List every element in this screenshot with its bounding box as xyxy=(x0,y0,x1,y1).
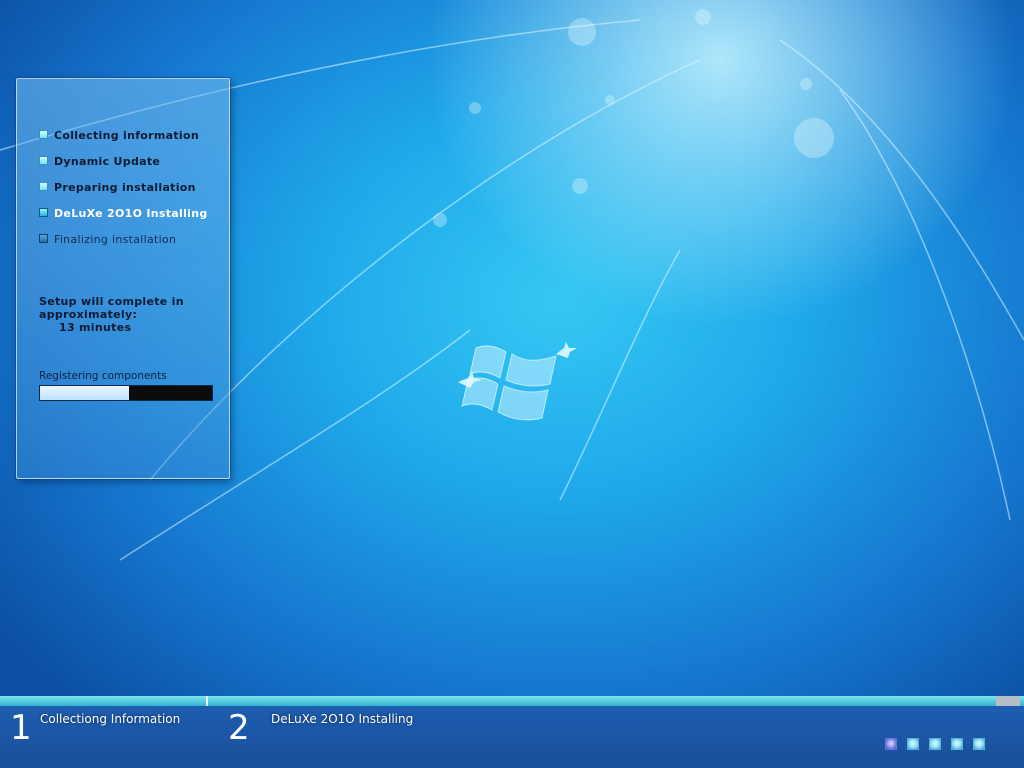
progress-bar xyxy=(39,385,213,401)
step-done-icon xyxy=(39,156,48,165)
time-remaining-line2: approximately: xyxy=(39,308,138,321)
time-remaining-line1: Setup will complete in xyxy=(39,295,184,308)
step-finalizing-installation: Finalizing installation xyxy=(39,233,208,259)
step-installing: DeLuXe 2O1O Installing xyxy=(39,207,208,233)
activity-indicator xyxy=(885,738,985,750)
step-dynamic-update: Dynamic Update xyxy=(39,155,208,181)
step-pending-icon xyxy=(39,234,48,243)
time-remaining: Setup will complete in approximately: 13… xyxy=(39,295,184,334)
setup-progress-panel: Collecting information Dynamic Update Pr… xyxy=(16,78,230,479)
step-collecting-information: Collecting information xyxy=(39,129,208,155)
activity-dot-icon xyxy=(929,738,941,750)
step-label: Finalizing installation xyxy=(54,233,177,246)
step-label: Dynamic Update xyxy=(54,155,161,168)
phase-label: DeLuXe 2O1O Installing xyxy=(271,712,414,726)
activity-dot-icon xyxy=(951,738,963,750)
step-label: Preparing installation xyxy=(54,181,196,194)
setup-steps-list: Collecting information Dynamic Update Pr… xyxy=(39,129,208,259)
time-remaining-value: 13 minutes xyxy=(59,321,132,334)
activity-dot-icon xyxy=(973,738,985,750)
step-label: Collecting information xyxy=(54,129,199,142)
windows-logo-icon xyxy=(458,342,577,421)
phase-bar: 1 Collectiong Information 2 DeLuXe 2O1O … xyxy=(0,706,1024,768)
progress-label: Registering components xyxy=(39,370,167,382)
step-preparing-installation: Preparing installation xyxy=(39,181,208,207)
step-active-icon xyxy=(39,208,48,217)
phase-progress-strip xyxy=(0,696,1024,706)
phase-divider xyxy=(206,696,208,706)
phase-number: 1 xyxy=(10,708,32,748)
strip-end-cap xyxy=(996,696,1020,706)
step-label: DeLuXe 2O1O Installing xyxy=(54,207,208,220)
step-done-icon xyxy=(39,182,48,191)
progress-bar-fill xyxy=(40,386,130,400)
activity-dot-icon xyxy=(907,738,919,750)
phase-label: Collectiong Information xyxy=(40,712,181,726)
step-done-icon xyxy=(39,130,48,139)
activity-dot-icon xyxy=(885,738,897,750)
phase-number: 2 xyxy=(228,708,250,748)
